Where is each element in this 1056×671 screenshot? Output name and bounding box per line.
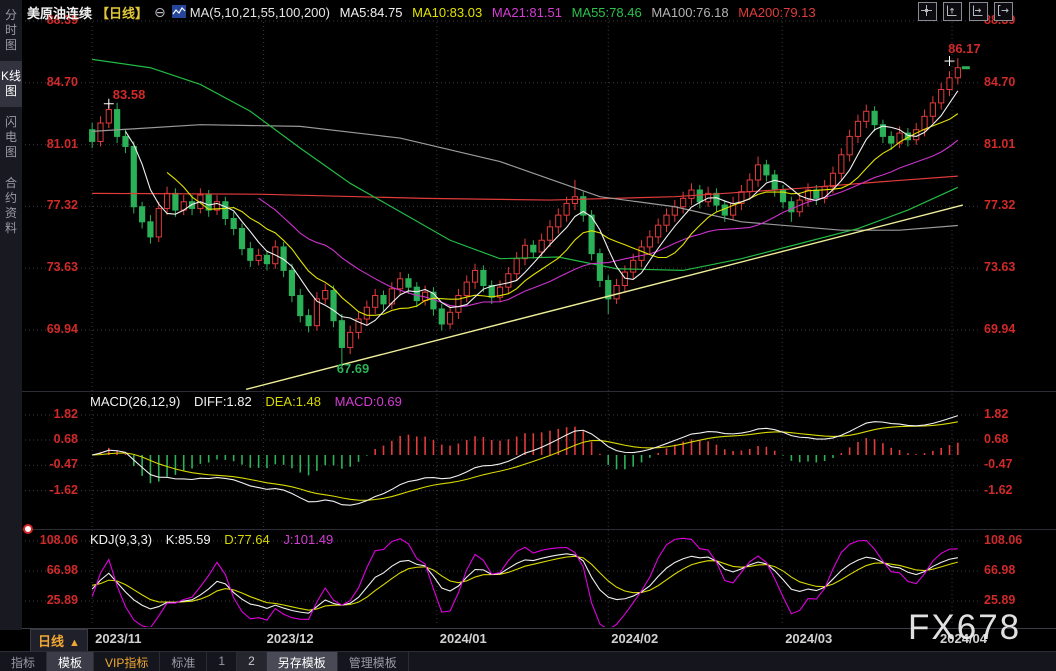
- period-tag: 【日线】: [96, 6, 149, 21]
- toolbar-manage-templates[interactable]: 管理模板: [338, 652, 409, 671]
- sidebar-item-lightning-chart[interactable]: 闪电图: [0, 107, 22, 168]
- indicator-chart-icon[interactable]: [171, 4, 186, 18]
- candlestick-series: [89, 58, 961, 368]
- toolbar-vip-indicators[interactable]: VIP指标: [94, 652, 161, 671]
- macd-panel: [92, 415, 959, 506]
- ma5-value: MA5:84.75: [339, 5, 403, 20]
- fit-horizontal-axis-icon[interactable]: [968, 2, 988, 21]
- ma100-value: MA100:76.18: [651, 5, 729, 20]
- macd-dea-value: DEA:1.48: [265, 394, 322, 409]
- kdj-header: KDJ(9,3,3) K:85.59 D:77.64 J:101.49: [90, 532, 343, 547]
- kdj-d-value: D:77.64: [224, 532, 270, 547]
- pan-right-icon[interactable]: [994, 2, 1014, 21]
- panel-divider: [22, 529, 1056, 530]
- trendline: [245, 204, 964, 390]
- macd-diff-value: DIFF:1.82: [193, 394, 252, 409]
- kdj-params: KDJ(9,3,3): [90, 532, 153, 547]
- crosshair-icon[interactable]: [918, 2, 937, 21]
- toolbar-standard[interactable]: 标准: [160, 652, 208, 671]
- macd-header: MACD(26,12,9) DIFF:1.82 DEA:1.48 MACD:0.…: [90, 394, 412, 409]
- panel-marker-icon[interactable]: [23, 524, 33, 534]
- bottom-toolbar: 指标 模板 VIP指标 标准 1 2 另存模板 管理模板: [0, 651, 1056, 671]
- toolbar-template-1[interactable]: 1: [207, 652, 238, 671]
- ma55-value: MA55:78.46: [571, 5, 642, 20]
- cross-mark: [103, 98, 114, 109]
- period-label: 日线: [38, 634, 65, 649]
- ma10-value: MA10:83.03: [412, 5, 483, 20]
- chart-toolbox: [916, 2, 1014, 21]
- period-selector[interactable]: 日线 ▲: [30, 629, 88, 652]
- macd-params: MACD(26,12,9): [90, 394, 181, 409]
- collapse-icon[interactable]: ⊖: [154, 4, 166, 20]
- sidebar: 分时图 K线图 闪电图 合约资料: [0, 0, 22, 630]
- symbol-title: 美原油连续: [27, 6, 93, 21]
- triangle-up-icon: ▲: [69, 637, 80, 649]
- fit-vertical-axis-icon[interactable]: [943, 2, 963, 21]
- kdj-k-value: K:85.59: [165, 532, 211, 547]
- kdj-j-value: J:101.49: [283, 532, 334, 547]
- chart-header: 美原油连续 【日线】 ⊖ MA(5,10,21,55,100,200) MA5:84.…: [27, 3, 822, 21]
- sidebar-item-contract-info[interactable]: 合约资料: [0, 168, 22, 244]
- last-price-tick: [961, 66, 970, 70]
- toolbar-indicators[interactable]: 指标: [0, 652, 48, 671]
- toolbar-templates[interactable]: 模板: [47, 652, 95, 671]
- macd-hist-value: MACD:0.69: [334, 394, 402, 409]
- ma21-value: MA21:81.51: [491, 5, 562, 20]
- cross-mark: [944, 56, 955, 67]
- toolbar-template-2[interactable]: 2: [237, 652, 267, 671]
- sidebar-item-time-chart[interactable]: 分时图: [0, 0, 22, 61]
- sidebar-item-kline-chart[interactable]: K线图: [0, 61, 22, 107]
- ma200-value: MA200:79.13: [738, 5, 816, 20]
- ma-lines: [92, 58, 959, 326]
- panel-divider: [22, 391, 1056, 392]
- chart-canvas[interactable]: [0, 0, 1056, 670]
- ma-group-label: MA(5,10,21,55,100,200): [189, 5, 330, 20]
- watermark: FX678: [908, 608, 1022, 647]
- axis-divider: [22, 628, 1056, 629]
- kdj-panel: [91, 537, 958, 627]
- toolbar-save-template[interactable]: 另存模板: [266, 652, 338, 671]
